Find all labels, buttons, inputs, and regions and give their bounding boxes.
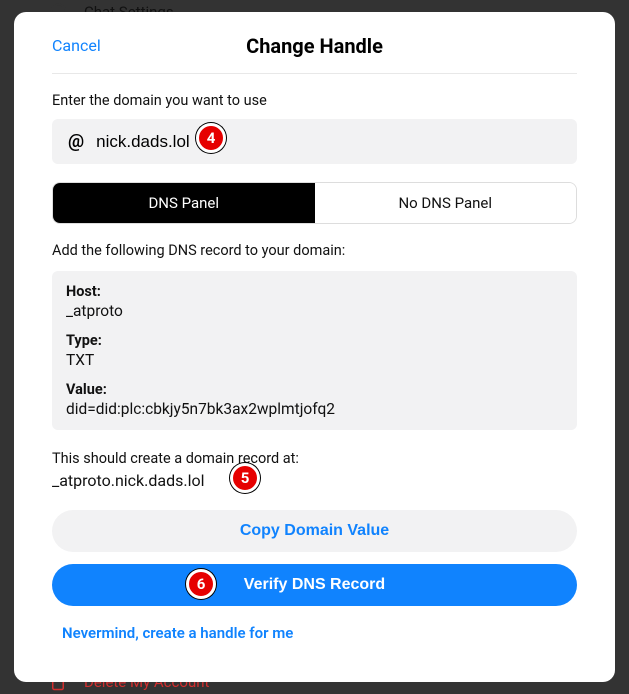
dns-tab-group: DNS Panel No DNS Panel xyxy=(52,182,577,224)
domain-input-container[interactable]: @ 4 xyxy=(52,119,577,164)
verify-dns-button[interactable]: Verify DNS Record xyxy=(52,564,577,606)
change-handle-modal: Cancel Change Handle Enter the domain yo… xyxy=(14,12,615,682)
domain-input[interactable] xyxy=(96,132,561,152)
result-label: This should create a domain record at: xyxy=(52,450,577,467)
domain-section-label: Enter the domain you want to use xyxy=(52,92,577,109)
tab-no-dns-panel[interactable]: No DNS Panel xyxy=(315,183,577,223)
modal-header: Cancel Change Handle xyxy=(52,36,577,74)
result-domain-container: _atproto.nick.dads.lol 5 xyxy=(52,471,577,490)
dns-instruction-text: Add the following DNS record to your dom… xyxy=(52,242,577,259)
record-host-field: Host: _atproto xyxy=(66,283,563,320)
record-host-label: Host: xyxy=(66,283,563,300)
record-host-value: _atproto xyxy=(66,302,563,320)
record-type-label: Type: xyxy=(66,332,563,349)
modal-title: Change Handle xyxy=(246,34,383,58)
record-value-value: did=did:plc:cbkjy5n7bk3ax2wplmtjofq2 xyxy=(66,400,563,418)
at-icon: @ xyxy=(68,131,84,152)
nevermind-link[interactable]: Nevermind, create a handle for me xyxy=(52,618,303,648)
record-type-value: TXT xyxy=(66,351,563,369)
record-type-field: Type: TXT xyxy=(66,332,563,369)
result-domain-text: _atproto.nick.dads.lol xyxy=(52,471,205,490)
record-value-field: Value: did=did:plc:cbkjy5n7bk3ax2wplmtjo… xyxy=(66,381,563,418)
tab-dns-panel[interactable]: DNS Panel xyxy=(53,183,315,223)
copy-domain-button[interactable]: Copy Domain Value xyxy=(52,510,577,552)
record-value-label: Value: xyxy=(66,381,563,398)
cancel-button[interactable]: Cancel xyxy=(52,36,101,55)
annotation-4: 4 xyxy=(196,123,226,153)
dns-record-box: Host: _atproto Type: TXT Value: did=did:… xyxy=(52,271,577,430)
annotation-6: 6 xyxy=(186,569,216,599)
annotation-5: 5 xyxy=(230,463,260,493)
